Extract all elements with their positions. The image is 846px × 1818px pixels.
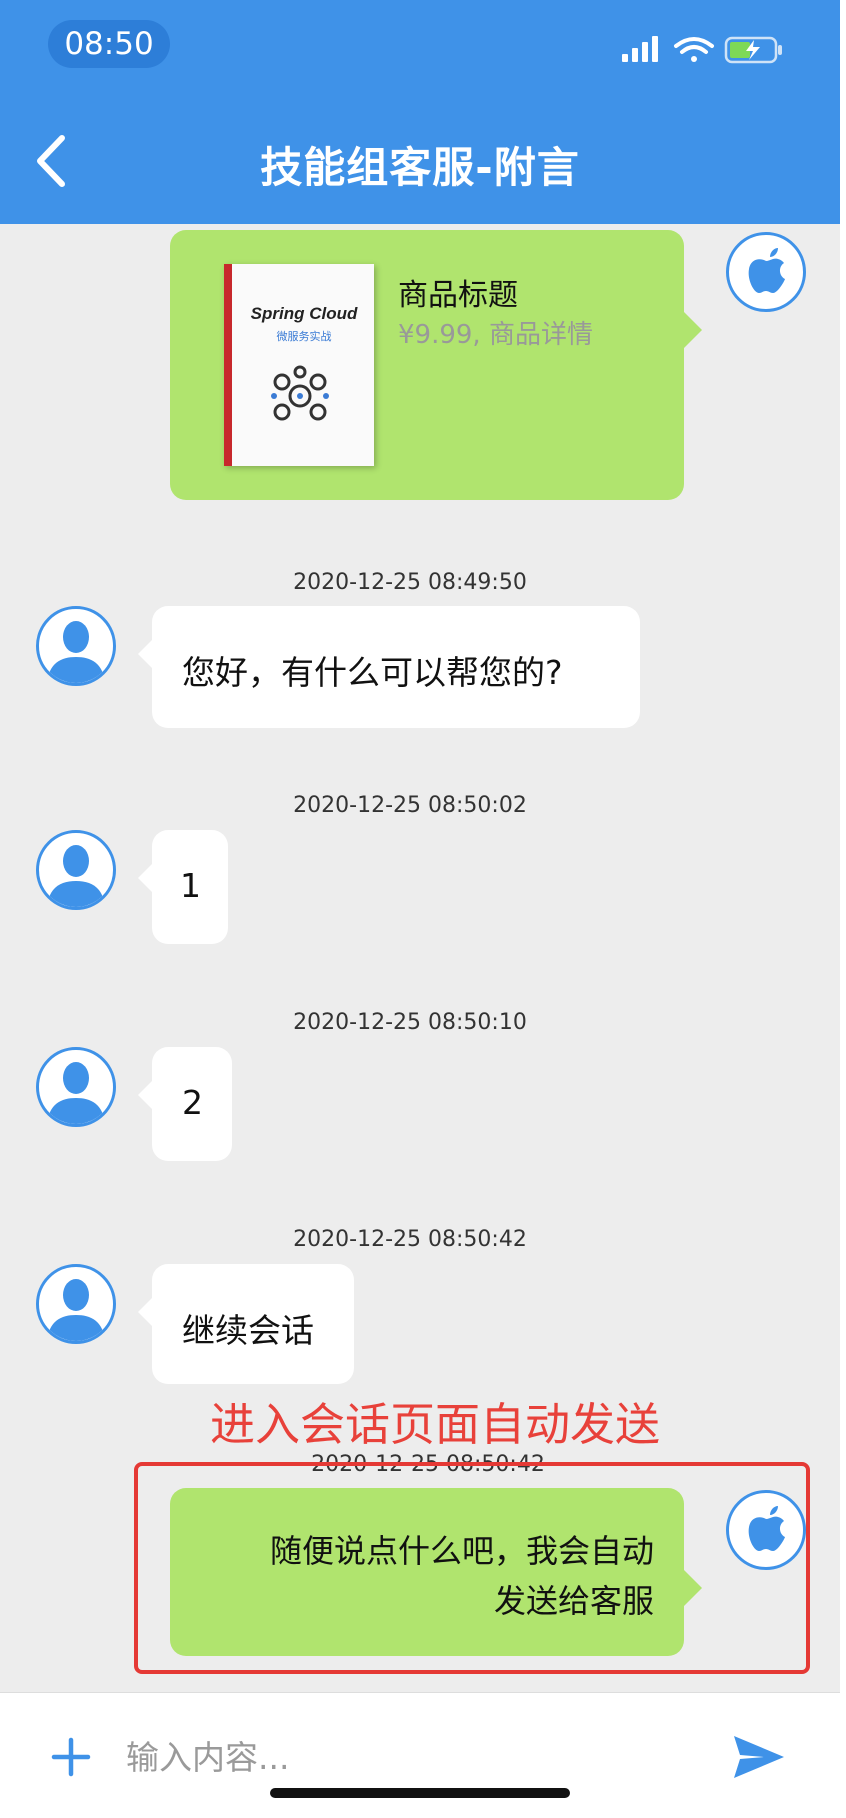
message-bubble[interactable]: 2: [138, 1047, 232, 1161]
product-title[interactable]: 商品标题: [398, 270, 518, 314]
wifi-icon: [674, 37, 714, 62]
page-title: 技能组客服-附言: [260, 143, 580, 192]
message-timestamp: 2020-12-25 08:50:02: [293, 793, 527, 818]
agent-avatar[interactable]: [36, 1264, 116, 1344]
gears-icon: [271, 365, 329, 421]
status-icons: [622, 36, 782, 64]
person-icon: [47, 1279, 105, 1341]
message-timestamp: 2020-12-25 08:49:50: [293, 570, 527, 595]
agent-avatar[interactable]: [36, 606, 116, 686]
status-time: 08:50: [48, 20, 170, 68]
message-timestamp: 2020-12-25 08:50:42: [293, 1227, 527, 1252]
home-indicator: [270, 1788, 570, 1798]
message-input[interactable]: [124, 1728, 688, 1786]
screen-edge: [840, 0, 846, 1818]
battery-icon: [724, 36, 782, 64]
book-subtitle: 微服务实战: [276, 330, 332, 343]
message-bubble[interactable]: 继续会话: [138, 1264, 354, 1384]
message-text: 1: [180, 866, 201, 905]
message-text: 2: [182, 1083, 203, 1122]
send-icon[interactable]: [732, 1732, 786, 1782]
message-text: 继续会话: [182, 1311, 314, 1350]
person-icon: [47, 1062, 105, 1124]
apple-icon: [748, 248, 785, 293]
annotation-highlight-box: [134, 1462, 810, 1674]
person-icon: [47, 621, 105, 683]
annotation-label: 进入会话页面自动发送: [210, 1398, 661, 1451]
book-title: Spring Cloud: [250, 304, 358, 323]
agent-avatar[interactable]: [36, 830, 116, 910]
message-bubble[interactable]: 1: [138, 830, 228, 944]
add-icon[interactable]: [50, 1736, 92, 1778]
message-bubble[interactable]: 您好，有什么可以帮您的?: [138, 606, 640, 728]
user-avatar-apple[interactable]: [726, 232, 806, 312]
message-timestamp: 2020-12-25 08:50:10: [293, 1010, 527, 1035]
app-header: 08:50 技能组客服-附言: [0, 0, 840, 224]
product-price-details[interactable]: ¥9.99, 商品详情: [398, 314, 593, 351]
message-text: 您好，有什么可以帮您的?: [182, 653, 563, 692]
chat-screen: 08:50 技能组客服-附言 Spring Cloud 微服务实战 商品标题 ¥…: [0, 0, 840, 1818]
signal-icon: [622, 36, 658, 62]
product-image[interactable]: Spring Cloud 微服务实战: [224, 264, 374, 466]
person-icon: [47, 845, 105, 907]
agent-avatar[interactable]: [36, 1047, 116, 1127]
